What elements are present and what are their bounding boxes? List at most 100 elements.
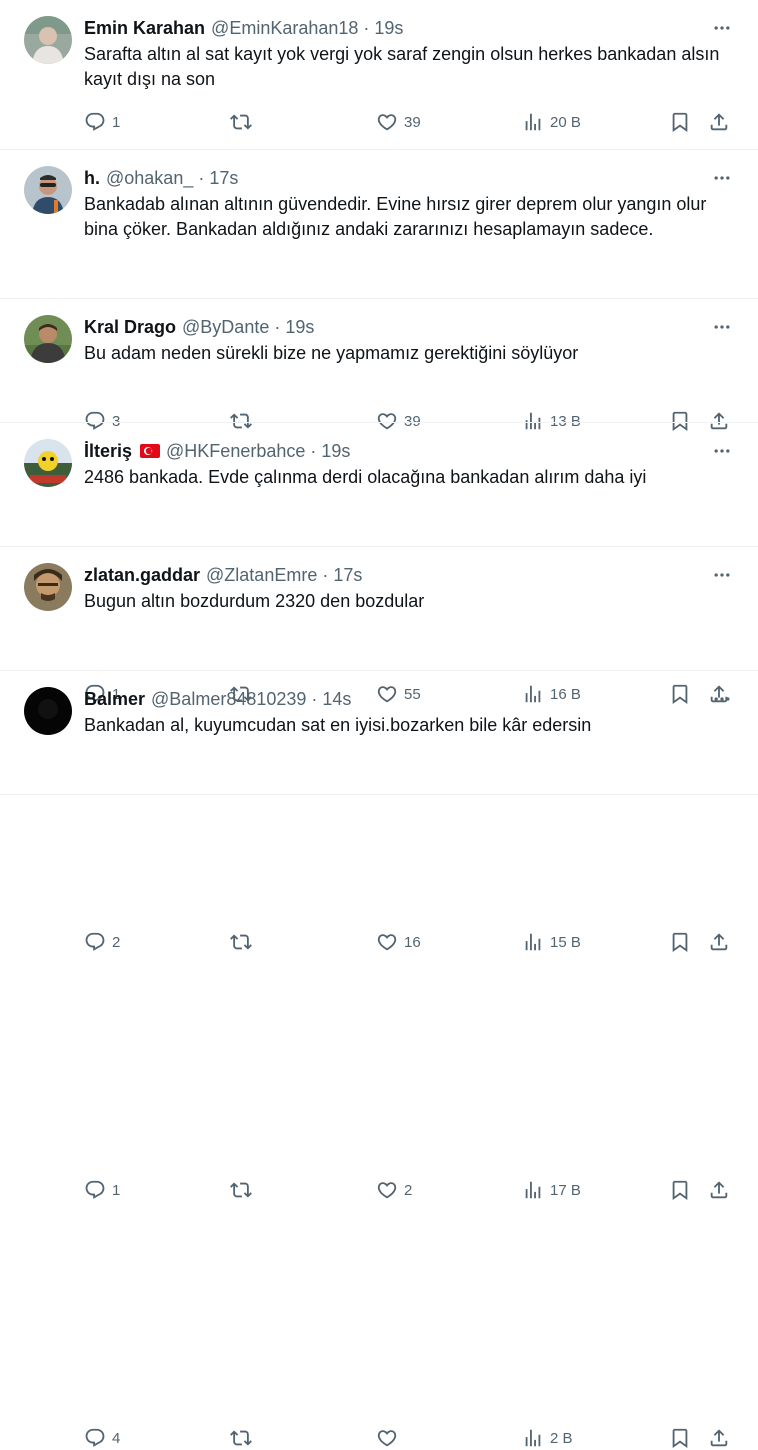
more-icon[interactable] bbox=[710, 563, 734, 587]
timestamp[interactable]: 17s bbox=[209, 166, 238, 190]
bookmark-button[interactable] bbox=[669, 1178, 691, 1202]
more-icon[interactable] bbox=[710, 166, 734, 190]
retweet-icon bbox=[230, 1179, 252, 1201]
tweet-header: zlatan.gaddar @ZlatanEmre · 17s bbox=[84, 563, 734, 587]
views-count: 17 B bbox=[550, 1181, 581, 1199]
avatar[interactable] bbox=[24, 315, 72, 363]
reply-button[interactable]: 1 bbox=[84, 1178, 120, 1202]
avatar[interactable] bbox=[24, 16, 72, 64]
views-button[interactable]: 15 B bbox=[522, 930, 581, 954]
tweet-header: Emin Karahan @EminKarahan18 · 19s bbox=[84, 16, 734, 40]
timestamp[interactable]: 19s bbox=[374, 16, 403, 40]
tweet-text: Bankadan al, kuyumcudan sat en iyisi.boz… bbox=[84, 715, 592, 735]
bookmark-icon bbox=[669, 1179, 691, 1201]
display-name[interactable]: Balmer bbox=[84, 687, 145, 711]
reply-tweet[interactable]: Balmer @Balmer84810239 · 14s Bankadan al, ku… bbox=[0, 671, 758, 1449]
bookmark-button[interactable] bbox=[669, 1426, 691, 1450]
timestamp[interactable]: 19s bbox=[285, 315, 314, 339]
user-handle[interactable]: @ohakan_ bbox=[106, 166, 193, 190]
timestamp[interactable]: 17s bbox=[333, 563, 362, 587]
timestamp[interactable]: 14s bbox=[322, 687, 351, 711]
share-button[interactable] bbox=[708, 930, 730, 954]
reply-tweet[interactable]: İlteriş @HKFenerbahce · 19s 2486 bankada. Ev… bbox=[0, 423, 758, 953]
more-icon[interactable] bbox=[710, 439, 734, 463]
reply-button[interactable]: 2 bbox=[84, 930, 120, 954]
action-bar: 1 39 20 B bbox=[84, 110, 734, 134]
timestamp[interactable]: 19s bbox=[321, 439, 350, 463]
share-button[interactable] bbox=[708, 1178, 730, 1202]
avatar[interactable] bbox=[24, 687, 72, 735]
bookmark-icon bbox=[669, 1427, 691, 1449]
retweet-button[interactable] bbox=[230, 1426, 258, 1450]
reply-feed: Emin Karahan @EminKarahan18 · 19s Sarafta al… bbox=[0, 0, 758, 1449]
views-count: 20 B bbox=[550, 113, 581, 131]
heart-icon bbox=[376, 111, 398, 133]
tweet-text: Sarafta altın al sat kayıt yok vergi yok… bbox=[84, 44, 720, 89]
bookmark-icon bbox=[669, 111, 691, 133]
avatar[interactable] bbox=[24, 166, 72, 214]
separator-dot: · bbox=[311, 689, 318, 709]
views-count: 2 B bbox=[550, 1429, 573, 1447]
views-button[interactable]: 2 B bbox=[522, 1426, 573, 1450]
reply-tweet[interactable]: Kral Drago @ByDante · 19s Bu adam neden süre… bbox=[0, 299, 758, 705]
like-button[interactable] bbox=[376, 1426, 404, 1450]
reply-count: 4 bbox=[112, 1429, 121, 1447]
share-icon bbox=[708, 111, 730, 133]
retweet-icon bbox=[230, 1427, 252, 1449]
reply-button[interactable]: 4 bbox=[84, 1426, 120, 1450]
views-button[interactable]: 20 B bbox=[522, 110, 581, 134]
separator-dot: · bbox=[198, 168, 205, 188]
turkey-flag-icon bbox=[140, 444, 161, 458]
action-bar: 4 2 B bbox=[84, 1426, 734, 1450]
share-icon bbox=[708, 1179, 730, 1201]
more-icon[interactable] bbox=[710, 16, 734, 40]
like-count: 2 bbox=[404, 1181, 413, 1199]
user-handle[interactable]: @EminKarahan18 bbox=[211, 16, 358, 40]
tweet-header: Balmer @Balmer84810239 · 14s bbox=[84, 687, 734, 711]
display-name[interactable]: h. bbox=[84, 166, 100, 190]
like-button[interactable]: 16 bbox=[376, 930, 421, 954]
bookmark-button[interactable] bbox=[669, 930, 691, 954]
separator-dot: · bbox=[274, 317, 281, 337]
user-handle[interactable]: @ByDante bbox=[182, 315, 269, 339]
reply-tweet[interactable]: Emin Karahan @EminKarahan18 · 19s Sarafta al… bbox=[0, 0, 758, 150]
user-handle[interactable]: @ZlatanEmre bbox=[206, 563, 317, 587]
retweet-icon bbox=[230, 931, 252, 953]
views-icon bbox=[522, 111, 544, 133]
like-button[interactable]: 39 bbox=[376, 110, 421, 134]
bookmark-icon bbox=[669, 931, 691, 953]
retweet-button[interactable] bbox=[230, 1178, 258, 1202]
tweet-header: Kral Drago @ByDante · 19s bbox=[84, 315, 734, 339]
reply-icon bbox=[84, 1179, 106, 1201]
display-name[interactable]: Kral Drago bbox=[84, 315, 176, 339]
user-handle[interactable]: @HKFenerbahce bbox=[166, 439, 305, 463]
avatar[interactable] bbox=[24, 563, 72, 611]
tweet-header: h. @ohakan_ · 17s bbox=[84, 166, 734, 190]
reply-tweet[interactable]: zlatan.gaddar @ZlatanEmre · 17s Bugun altın … bbox=[0, 547, 758, 1201]
reply-count: 2 bbox=[112, 933, 121, 951]
display-name[interactable]: İlteriş bbox=[84, 439, 132, 463]
retweet-button[interactable] bbox=[230, 110, 258, 134]
share-button[interactable] bbox=[708, 1426, 730, 1450]
views-button[interactable]: 17 B bbox=[522, 1178, 581, 1202]
display-name[interactable]: Emin Karahan bbox=[84, 16, 205, 40]
views-icon bbox=[522, 1427, 544, 1449]
display-name[interactable]: zlatan.gaddar bbox=[84, 563, 200, 587]
more-icon[interactable] bbox=[710, 687, 734, 711]
reply-tweet[interactable]: h. @ohakan_ · 17s Bankadab alınan altının gü… bbox=[0, 150, 758, 432]
reply-button[interactable]: 1 bbox=[84, 110, 120, 134]
views-icon bbox=[522, 1179, 544, 1201]
avatar[interactable] bbox=[24, 439, 72, 487]
more-icon[interactable] bbox=[710, 315, 734, 339]
heart-icon bbox=[376, 931, 398, 953]
tweet-text: Bu adam neden sürekli bize ne yapmamız g… bbox=[84, 343, 579, 363]
like-button[interactable]: 2 bbox=[376, 1178, 412, 1202]
bookmark-button[interactable] bbox=[669, 110, 691, 134]
like-count: 16 bbox=[404, 933, 421, 951]
tweet-text: Bankadab alınan altının güvendedir. Evin… bbox=[84, 194, 707, 239]
user-handle[interactable]: @Balmer84810239 bbox=[151, 687, 306, 711]
share-button[interactable] bbox=[708, 110, 730, 134]
separator-dot: · bbox=[310, 441, 317, 461]
reply-icon bbox=[84, 1427, 106, 1449]
retweet-button[interactable] bbox=[230, 930, 258, 954]
